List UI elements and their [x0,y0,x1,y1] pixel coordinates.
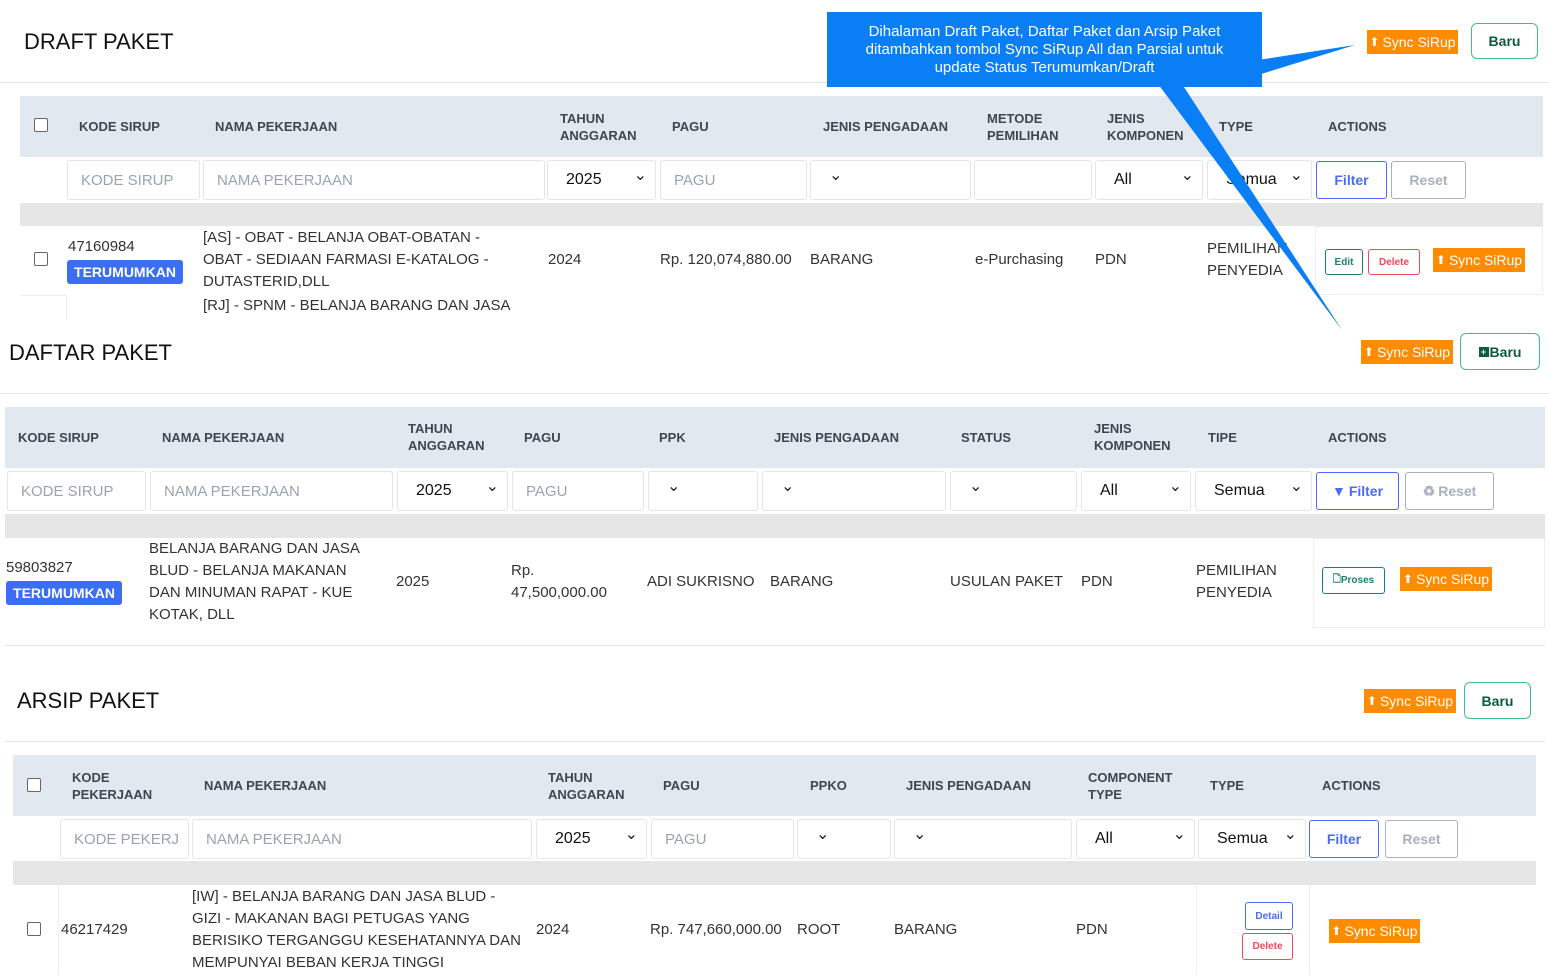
callout-text: Dihalaman Draft Paket, Daftar Paket dan … [868,23,1221,40]
callout-text: update Status Terumumkan/Draft [934,59,1155,76]
callout-pointer-top [1258,45,1355,75]
callout-text: ditambahkan tombol Sync SiRup All dan Pa… [865,41,1224,58]
callout-pointer-daftar [1158,84,1342,330]
annotation-callout: Dihalaman Draft Paket, Daftar Paket dan … [827,12,1262,87]
callout-pointers [1158,45,1355,330]
